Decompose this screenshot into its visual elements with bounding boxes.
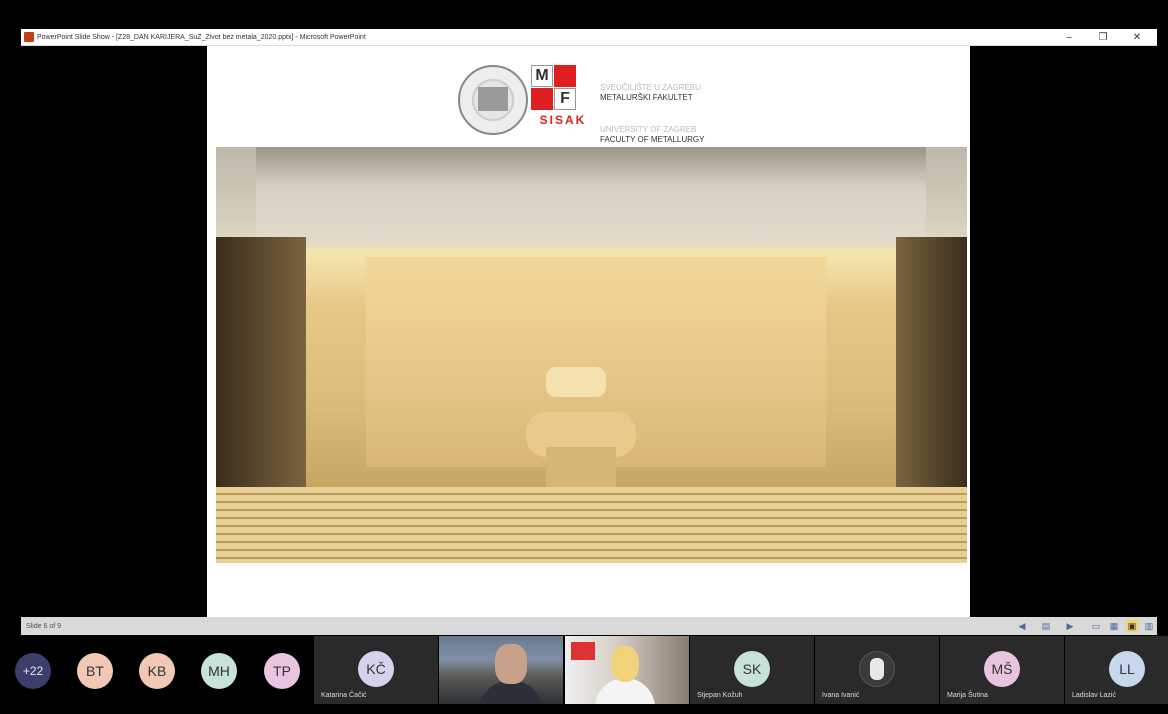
participant-name: Katarina Čačić: [321, 692, 367, 699]
logo-faculty-hr: METALURŠKI FAKULTET: [600, 93, 693, 102]
window-title: PowerPoint Slide Show - [Z28_DAN KARIJER…: [37, 33, 366, 41]
participant-video-tile[interactable]: [565, 636, 689, 704]
participant-tile-ladislav[interactable]: LL Ladislav Lazić: [1065, 636, 1168, 704]
close-button[interactable]: ✕: [1120, 29, 1154, 46]
mf-logo-icon: M F SISAK: [529, 63, 597, 135]
logo-faculty-en: FACULTY OF METALLURGY: [600, 135, 705, 144]
slide-photo-3d-printer: [216, 147, 967, 563]
faculty-logo: M F SISAK SVEUČILIŠTE U ZAGREBU METALURŠ…: [456, 61, 736, 144]
normal-view-icon[interactable]: ▭: [1090, 620, 1102, 632]
participant-tile-marija[interactable]: MŠ Marija Šutina: [940, 636, 1064, 704]
participant-tile-ivana[interactable]: Ivana Ivanić: [815, 636, 939, 704]
photo-printer-head: [256, 147, 926, 247]
sorter-view-icon[interactable]: ▦: [1108, 620, 1120, 632]
video-person-head: [611, 646, 639, 682]
powerpoint-window: PowerPoint Slide Show - [Z28_DAN KARIJER…: [21, 29, 1157, 635]
reading-view-icon[interactable]: ▣: [1126, 620, 1138, 632]
minimize-button[interactable]: –: [1052, 29, 1086, 46]
university-seal-icon: [458, 65, 528, 135]
avatar: KČ: [358, 651, 394, 687]
slideshow-statusbar: Slide 6 of 9 ◀ ▤ ▶ ▭ ▦ ▣ ▥: [21, 617, 1157, 635]
participant-avatar-mh[interactable]: MH: [201, 653, 237, 689]
mf-logo-square: [554, 65, 576, 87]
participant-video-tile[interactable]: [439, 636, 563, 704]
photo-printed-part: [526, 367, 676, 487]
mf-logo-sisak: SISAK: [539, 113, 587, 127]
next-icon[interactable]: ▶: [1064, 620, 1076, 632]
participant-tile-katarina[interactable]: KČ Katarina Čačić: [314, 636, 438, 704]
avatar: SK: [734, 651, 770, 687]
video-person-body: [479, 681, 543, 704]
notes-icon[interactable]: ▤: [1040, 620, 1052, 632]
avatar-photo: [859, 651, 895, 687]
participant-avatar-tp[interactable]: TP: [264, 653, 300, 689]
prev-icon[interactable]: ◀: [1016, 620, 1028, 632]
photo-build-rails: [216, 487, 967, 563]
video-background-sign: [571, 642, 595, 660]
powerpoint-icon: [24, 32, 34, 42]
logo-university-hr: SVEUČILIŠTE U ZAGREBU: [600, 83, 701, 92]
logo-university-en: UNIVERSITY OF ZAGREB: [600, 125, 697, 134]
participant-name: Ladislav Lazić: [1072, 692, 1116, 699]
avatar: MŠ: [984, 651, 1020, 687]
slideshow-icon[interactable]: ▥: [1143, 620, 1155, 632]
mf-logo-square: [531, 88, 553, 110]
more-participants-button[interactable]: +22: [15, 653, 51, 689]
participant-avatar-bt[interactable]: BT: [77, 653, 113, 689]
mf-logo-f: F: [554, 88, 576, 110]
window-titlebar: PowerPoint Slide Show - [Z28_DAN KARIJER…: [21, 29, 1157, 46]
participant-tile-stjepan[interactable]: SK Stjepan Kožuh: [690, 636, 814, 704]
mf-logo-m: M: [531, 65, 553, 87]
slide-counter: Slide 6 of 9: [26, 622, 62, 630]
slide[interactable]: M F SISAK SVEUČILIŠTE U ZAGREBU METALURŠ…: [207, 46, 970, 617]
participant-avatar-kb[interactable]: KB: [139, 653, 175, 689]
avatar: LL: [1109, 651, 1145, 687]
participant-name: Ivana Ivanić: [822, 692, 860, 699]
participants-strip: +22 BT KB MH TP KČ Katarina Čačić SK Stj…: [0, 636, 1168, 704]
participant-name: Stjepan Kožuh: [697, 692, 743, 699]
video-person-head: [495, 644, 527, 684]
restore-button[interactable]: ❐: [1086, 29, 1120, 46]
participant-name: Marija Šutina: [947, 692, 988, 699]
